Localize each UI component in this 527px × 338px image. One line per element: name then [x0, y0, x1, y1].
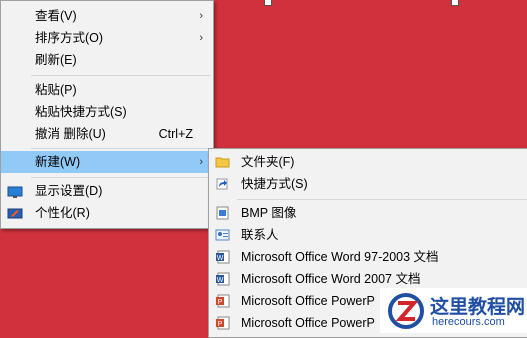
- svg-text:W: W: [217, 255, 224, 262]
- submenu-item-folder[interactable]: 文件夹(F): [209, 151, 527, 173]
- contact-icon: [215, 227, 231, 241]
- menu-item-new[interactable]: 新建(W) ›: [1, 151, 213, 173]
- desktop-context-menu: 查看(V) › 排序方式(O) › 刷新(E) 粘贴(P) 粘贴快捷方式(S) …: [0, 0, 214, 229]
- menu-item-display-settings[interactable]: 显示设置(D): [1, 180, 213, 202]
- powerpoint-icon: P: [215, 293, 231, 308]
- menu-separator: [31, 177, 211, 178]
- word-doc-icon: W: [215, 249, 231, 264]
- menu-item-paste-shortcut[interactable]: 粘贴快捷方式(S): [1, 101, 213, 123]
- watermark-url: herecours.com: [432, 316, 505, 328]
- watermark-logo-icon: [386, 292, 426, 333]
- menu-item-sort-by[interactable]: 排序方式(O) ›: [1, 27, 213, 49]
- svg-text:P: P: [218, 321, 223, 328]
- menu-item-paste[interactable]: 粘贴(P): [1, 79, 213, 101]
- selection-handle: [264, 0, 272, 6]
- bmp-image-icon: [215, 205, 231, 220]
- shortcut-icon: [215, 176, 231, 190]
- display-settings-icon: [7, 184, 23, 198]
- chevron-right-icon: ›: [199, 156, 203, 168]
- personalize-icon: [7, 206, 23, 220]
- chevron-right-icon: ›: [199, 32, 203, 44]
- submenu-item-shortcut[interactable]: 快捷方式(S): [209, 173, 527, 195]
- menu-separator: [237, 199, 527, 200]
- menu-separator: [31, 75, 211, 76]
- watermark-title: 这里教程网: [430, 296, 526, 318]
- submenu-item-word-2007[interactable]: W Microsoft Office Word 2007 文档: [209, 268, 527, 290]
- powerpoint-icon: P: [215, 315, 231, 330]
- menu-item-refresh[interactable]: 刷新(E): [1, 49, 213, 71]
- submenu-item-bmp[interactable]: BMP 图像: [209, 202, 527, 224]
- site-watermark: 这里教程网 herecours.com: [380, 288, 527, 333]
- word-docx-icon: W: [215, 271, 231, 286]
- menu-item-personalize[interactable]: 个性化(R): [1, 202, 213, 224]
- svg-text:P: P: [218, 299, 223, 306]
- submenu-item-word-97[interactable]: W Microsoft Office Word 97-2003 文档: [209, 246, 527, 268]
- menu-item-view[interactable]: 查看(V) ›: [1, 5, 213, 27]
- menu-separator: [31, 148, 211, 149]
- folder-icon: [215, 154, 231, 168]
- selection-handle: [451, 0, 459, 6]
- submenu-item-contact[interactable]: 联系人: [209, 224, 527, 246]
- chevron-right-icon: ›: [199, 10, 203, 22]
- shortcut-label: Ctrl+Z: [158, 127, 193, 141]
- menu-item-undo-delete[interactable]: 撤消 删除(U) Ctrl+Z: [1, 123, 213, 145]
- svg-text:W: W: [217, 277, 224, 284]
